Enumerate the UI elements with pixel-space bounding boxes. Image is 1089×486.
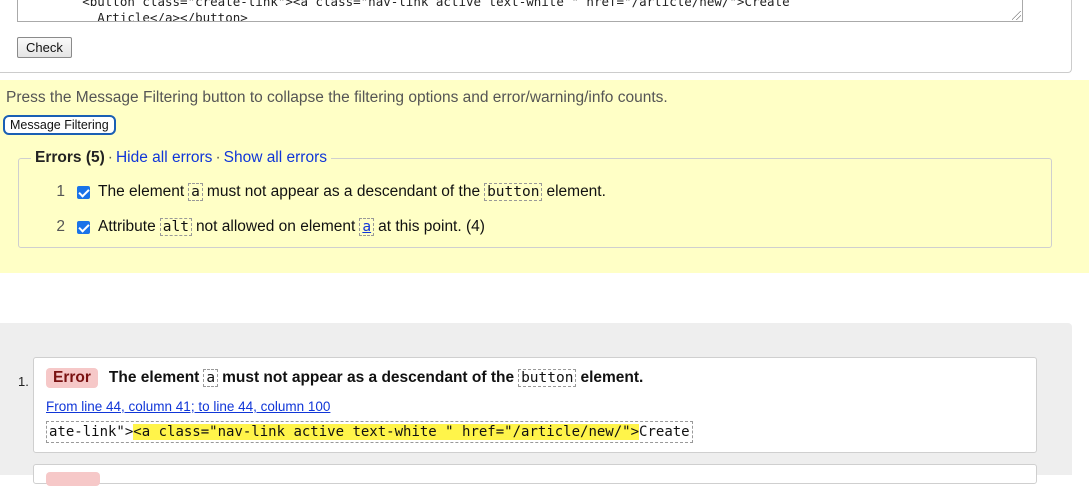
element-code-tag: a	[188, 183, 203, 201]
resize-grip-icon[interactable]	[1012, 11, 1021, 20]
element-code-tag: button	[484, 183, 543, 201]
error-filter-text: Attribute	[98, 218, 156, 235]
message-filtering-button[interactable]: Message Filtering	[3, 115, 116, 135]
extract-before: ate-link">	[49, 424, 134, 440]
error-badge: Error	[46, 368, 98, 388]
error-filter-text: The element	[98, 183, 185, 200]
legend-separator: ·	[107, 149, 113, 166]
message-filtering-section: Press the Message Filtering button to co…	[0, 80, 1089, 273]
hide-all-errors-link[interactable]: Hide all errors	[116, 149, 212, 166]
check-button[interactable]: Check	[17, 37, 72, 58]
error-filter-text: not allowed on element	[195, 218, 356, 235]
error-filter-checkbox[interactable]	[77, 185, 90, 199]
source-extract: ate-link"><a class="nav-link active text…	[46, 421, 693, 443]
result-message-text: must not appear as a descendant of the	[222, 369, 515, 386]
errors-legend: Errors (5) · Hide all errors · Show all erro…	[31, 149, 331, 167]
result-header: Error The element a must not appear as a d…	[46, 368, 643, 388]
errors-count-title: Errors (5)	[35, 149, 105, 166]
error-filter-item: 1 The element a must not appear as a des…	[19, 180, 606, 204]
result-message-text: element.	[580, 369, 644, 386]
errors-filter-group: Errors (5) · Hide all errors · Show all erro…	[18, 149, 1052, 248]
source-line-1: <button class="create-link"><a class="na…	[22, 0, 790, 9]
result-location-link[interactable]: From line 44, column 41; to line 44, col…	[46, 399, 330, 414]
error-filter-text: at this point. (4)	[378, 218, 485, 235]
filter-hint-text: Press the Message Filtering button to co…	[6, 89, 668, 106]
result-message: The element a must not appear as a descend…	[109, 369, 643, 387]
element-code-tag: button	[518, 369, 577, 387]
source-input-section: <button class="create-link"><a class="na…	[0, 0, 1072, 73]
error-filter-checkbox[interactable]	[77, 220, 90, 234]
next-result-card	[33, 464, 1037, 486]
extract-after: Create	[639, 424, 690, 440]
element-code-link[interactable]: a	[359, 218, 375, 236]
legend-separator: ·	[215, 149, 221, 166]
results-section: 1. Error The element a must not appear as …	[0, 323, 1072, 486]
element-code-tag: a	[203, 369, 219, 387]
error-filter-number: 1	[56, 183, 65, 200]
attribute-code-tag: alt	[159, 218, 192, 236]
show-all-errors-link[interactable]: Show all errors	[224, 149, 327, 166]
source-line-2: Article</a></button>	[22, 10, 248, 22]
error-filter-number: 2	[56, 218, 65, 235]
error-badge	[46, 472, 100, 486]
error-filter-text: element.	[546, 183, 606, 200]
result-card: Error The element a must not appear as a d…	[33, 357, 1037, 453]
error-filter-item: 2 Attribute alt not allowed on element a…	[19, 215, 485, 239]
source-textarea[interactable]: <button class="create-link"><a class="na…	[17, 0, 1023, 22]
error-filter-text: must not appear as a descendant of the	[206, 183, 481, 200]
extract-highlight: <a class="nav-link active text-white " h…	[133, 424, 640, 440]
result-number: 1.	[18, 374, 29, 389]
result-message-text: The element	[108, 369, 200, 386]
